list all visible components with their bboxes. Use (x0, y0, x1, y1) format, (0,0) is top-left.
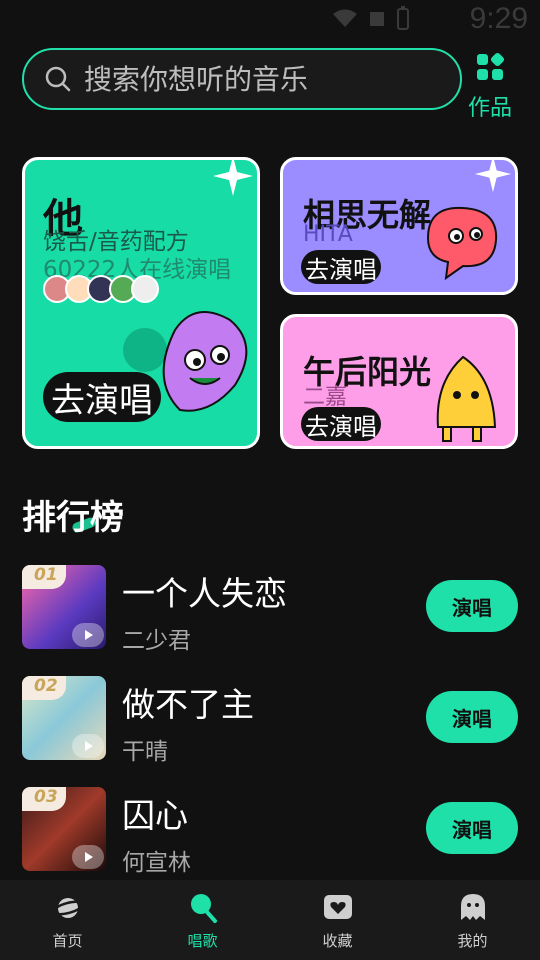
song-title: 一个人失恋 (122, 574, 287, 613)
featured-song-card-large[interactable]: 他 饶舌/音药配方 60222人在线演唱 去演唱 (22, 157, 260, 449)
rank-badge: 02 (22, 676, 66, 700)
speech-bubble-mascot-illustration (426, 206, 498, 281)
play-icon[interactable] (72, 734, 104, 758)
rank-badge: 01 (22, 565, 66, 589)
sing-button[interactable]: 演唱 (426, 580, 518, 632)
song-title: 囚心 (122, 796, 188, 835)
sparkle-decoration-icon (474, 160, 512, 193)
nav-item-home[interactable]: 首页 (0, 880, 135, 960)
planet-icon (51, 898, 84, 918)
nav-item-sing[interactable]: 唱歌 (135, 880, 270, 960)
nav-item-favorites[interactable]: 收藏 (270, 880, 405, 960)
featured-song-card-2[interactable]: 午后阳光 二嘉 去演唱 (280, 314, 518, 449)
nav-label-favorites: 收藏 (322, 932, 353, 950)
works-button[interactable]: 作品 (462, 52, 518, 121)
nav-label-sing: 唱歌 (187, 932, 218, 950)
search-bar[interactable] (22, 48, 462, 110)
search-icon (45, 66, 71, 92)
album-cover: 03 (22, 787, 106, 871)
nav-item-profile[interactable]: 我的 (405, 880, 540, 960)
ranking-row[interactable]: 01 一个人失恋 二少君 演唱 (22, 565, 518, 654)
status-bar: 9:29 (0, 0, 540, 40)
bottom-nav: 首页 唱歌 收藏 我的 (0, 880, 540, 960)
microphone-icon (190, 894, 217, 923)
card-1-sing-button[interactable]: 去演唱 (301, 250, 381, 284)
featured-sing-button[interactable]: 去演唱 (43, 372, 161, 422)
play-icon[interactable] (72, 845, 104, 869)
avatar (131, 275, 159, 303)
nav-label-profile: 我的 (457, 932, 488, 950)
ranking-row[interactable]: 02 做不了主 干晴 演唱 (22, 676, 518, 765)
works-label: 作品 (467, 96, 512, 121)
song-artist: 二少君 (122, 628, 191, 654)
status-time: 9:29 (469, 2, 528, 35)
sing-button[interactable]: 演唱 (426, 802, 518, 854)
search-input[interactable] (84, 62, 434, 96)
ranking-title: 排行榜 (22, 498, 124, 538)
works-icon (477, 52, 505, 80)
play-icon[interactable] (72, 623, 104, 647)
bell-mascot-illustration (436, 355, 497, 442)
sparkle-decoration-icon (213, 160, 253, 196)
card-2-sing-button[interactable]: 去演唱 (301, 407, 381, 441)
card-1-artist: HITA (303, 222, 353, 247)
rank-badge: 03 (22, 787, 66, 811)
sing-button[interactable]: 演唱 (426, 691, 518, 743)
avatar-group (43, 275, 159, 303)
album-cover: 02 (22, 676, 106, 760)
song-title: 做不了主 (122, 685, 254, 724)
battery-icon (397, 6, 409, 30)
featured-song-card-1[interactable]: 相思无解 HITA 去演唱 (280, 157, 518, 295)
nav-label-home: 首页 (52, 932, 83, 950)
signal-icon (370, 12, 384, 26)
status-icons (332, 6, 410, 30)
ranking-row[interactable]: 03 囚心 何宣林 演唱 (22, 787, 518, 876)
album-cover: 01 (22, 565, 106, 649)
song-artist: 干晴 (122, 739, 168, 765)
ghost-icon (460, 894, 485, 920)
song-artist: 何宣林 (122, 850, 191, 876)
wifi-icon (333, 9, 357, 27)
heart-box-icon (323, 895, 352, 919)
